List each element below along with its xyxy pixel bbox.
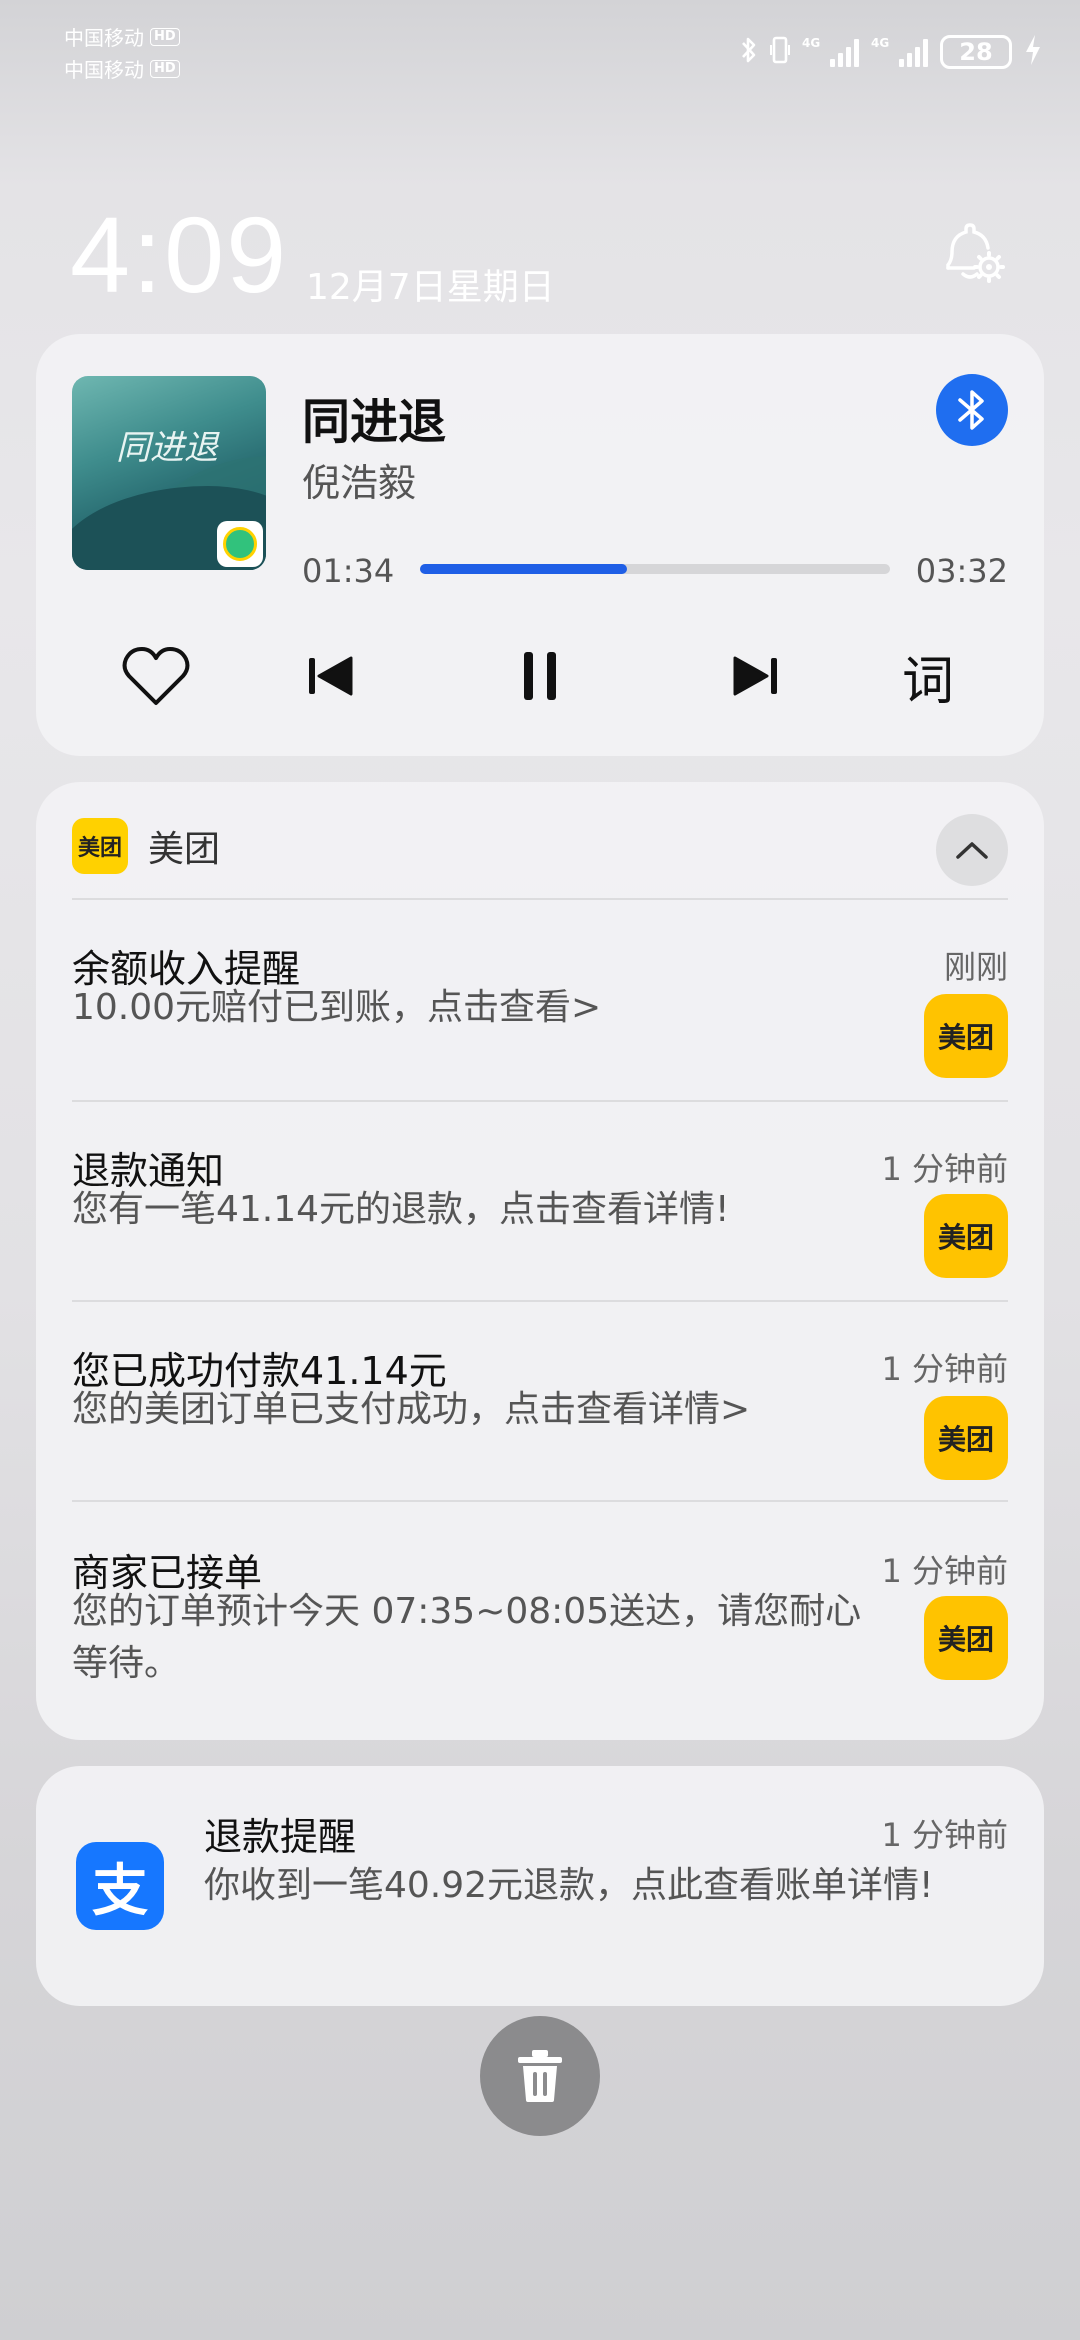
carrier-2: 中国移动 HD	[64, 54, 180, 83]
notification-time: 1 分钟前	[881, 1816, 1008, 1854]
album-cover[interactable]: 同进退	[72, 376, 266, 570]
bluetooth-status-icon	[740, 36, 758, 68]
notification-title: 退款提醒	[204, 1815, 357, 1859]
notification-settings-icon[interactable]	[936, 220, 1006, 290]
qq-music-app-icon	[217, 521, 263, 567]
bluetooth-icon	[958, 390, 984, 430]
pause-button[interactable]	[500, 636, 580, 716]
total-time: 03:32	[915, 552, 1008, 590]
meituan-app-icon: 美团	[72, 818, 128, 874]
notification-body: 您的美团订单已支付成功，点击查看详情>	[72, 1389, 751, 1430]
alipay-app-icon: 支	[76, 1842, 164, 1930]
alipay-notification[interactable]: 支 退款提醒 1 分钟前 你收到一笔40.92元退款，点此查看账单详情!	[36, 1766, 1044, 2006]
meituan-app-header: 美团 美团	[72, 816, 220, 876]
notification-time: 1 分钟前	[881, 1150, 1008, 1188]
divider	[72, 1100, 1008, 1102]
favorite-button[interactable]	[116, 636, 196, 716]
hd-badge: HD	[150, 27, 180, 46]
carrier-1-label: 中国移动	[64, 26, 144, 50]
carrier-2-label: 中国移动	[64, 58, 144, 82]
meituan-icon: 美团	[924, 1194, 1008, 1278]
divider	[72, 898, 1008, 900]
previous-track-icon	[309, 656, 353, 696]
lyrics-button[interactable]: 词	[888, 636, 968, 716]
lock-clock: 4:09	[70, 194, 289, 315]
notification-time: 1 分钟前	[881, 1552, 1008, 1590]
pause-icon	[524, 652, 556, 700]
album-cover-text: 同进退	[116, 428, 218, 468]
carrier-1: 中国移动 HD	[64, 22, 180, 51]
hd-badge: HD	[150, 59, 180, 78]
network-type-1: 4G	[802, 36, 821, 50]
signal-2-icon: 4G	[871, 37, 928, 67]
meituan-app-name: 美团	[148, 829, 221, 870]
elapsed-time: 01:34	[302, 552, 395, 590]
vibrate-icon	[770, 35, 790, 69]
status-icons: 4G 4G 28	[740, 32, 1042, 72]
previous-button[interactable]	[290, 636, 370, 716]
music-player-card[interactable]: 同进退 同进退 倪浩毅 01:34 03:32 词	[36, 334, 1044, 756]
clear-all-notifications-button[interactable]	[480, 2016, 600, 2136]
meituan-icon: 美团	[924, 1596, 1008, 1680]
next-button[interactable]	[716, 636, 796, 716]
battery-level: 28	[959, 38, 993, 66]
bluetooth-output-button[interactable]	[936, 374, 1008, 446]
next-track-icon	[733, 656, 777, 696]
notification-body: 你收到一笔40.92元退款，点此查看账单详情!	[204, 1865, 934, 1906]
notification-body: 10.00元赔付已到账，点击查看>	[72, 987, 602, 1028]
divider	[72, 1300, 1008, 1302]
notification-body: 您有一笔41.14元的退款，点击查看详情!	[72, 1189, 730, 1230]
chevron-up-icon	[956, 842, 988, 859]
trash-icon	[518, 2050, 562, 2102]
progress-fill	[420, 564, 627, 574]
song-artist: 倪浩毅	[302, 461, 417, 505]
notification-body: 您的订单预计今天 07:35~08:05送达，请您耐心等待。	[72, 1591, 862, 1684]
heart-icon	[122, 647, 190, 705]
charging-icon	[1024, 34, 1042, 70]
notification-time: 1 分钟前	[881, 1350, 1008, 1388]
divider	[72, 1500, 1008, 1502]
lock-date: 12月7日星期日	[306, 267, 555, 308]
network-type-2: 4G	[871, 36, 890, 50]
progress-bar[interactable]	[420, 564, 890, 574]
notification-time: 刚刚	[943, 948, 1008, 986]
meituan-notification-group[interactable]: 美团 美团 余额收入提醒 刚刚 10.00元赔付已到账，点击查看> 美团 退款通…	[36, 782, 1044, 1740]
collapse-group-button[interactable]	[936, 814, 1008, 886]
signal-1-icon: 4G	[802, 37, 859, 67]
song-title: 同进退	[302, 394, 447, 450]
meituan-icon: 美团	[924, 1396, 1008, 1480]
meituan-icon: 美团	[924, 994, 1008, 1078]
battery-icon: 28	[940, 35, 1012, 69]
